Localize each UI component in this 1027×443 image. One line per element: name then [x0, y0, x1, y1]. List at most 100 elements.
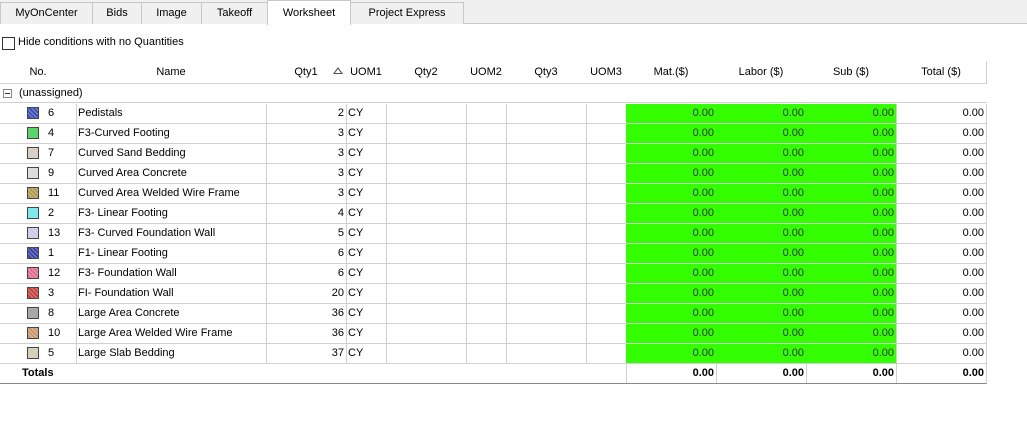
table-row[interactable]: 9 Curved Area Concrete 3 CY 0.00 0.00 0.00 0.00 [0, 164, 987, 184]
cell-labor[interactable]: 0.00 [716, 264, 807, 284]
cell-uom2[interactable] [466, 184, 507, 204]
cell-uom3[interactable] [586, 164, 627, 184]
cell-uom2[interactable] [466, 144, 507, 164]
cell-uom2[interactable] [466, 284, 507, 304]
cell-sub[interactable]: 0.00 [806, 284, 897, 304]
cell-qty1[interactable]: 6 [266, 264, 347, 284]
cell-qty2[interactable] [386, 124, 467, 144]
cell-name[interactable]: Large Slab Bedding [76, 344, 267, 364]
cell-sub[interactable]: 0.00 [806, 204, 897, 224]
cell-sub[interactable]: 0.00 [806, 124, 897, 144]
cell-no[interactable]: 10 [0, 324, 77, 344]
table-row[interactable]: 7 Curved Sand Bedding 3 CY 0.00 0.00 0.00 0.00 [0, 144, 987, 164]
cell-uom3[interactable] [586, 184, 627, 204]
cell-mat[interactable]: 0.00 [626, 304, 717, 324]
cell-total[interactable]: 0.00 [896, 284, 987, 304]
cell-qty1[interactable]: 2 [266, 104, 347, 124]
col-header-name[interactable]: Name [76, 61, 267, 84]
table-row[interactable]: 3 FI- Foundation Wall 20 CY 0.00 0.00 0.00 0.00 [0, 284, 987, 304]
col-header-sub[interactable]: Sub ($) [806, 61, 897, 84]
cell-uom1[interactable]: CY [346, 344, 387, 364]
cell-qty1[interactable]: 4 [266, 204, 347, 224]
cell-total[interactable]: 0.00 [896, 344, 987, 364]
cell-sub[interactable]: 0.00 [806, 324, 897, 344]
cell-uom3[interactable] [586, 344, 627, 364]
col-header-total[interactable]: Total ($) [896, 61, 987, 84]
cell-labor[interactable]: 0.00 [716, 204, 807, 224]
cell-uom2[interactable] [466, 224, 507, 244]
cell-mat[interactable]: 0.00 [626, 124, 717, 144]
cell-mat[interactable]: 0.00 [626, 204, 717, 224]
cell-uom1[interactable]: CY [346, 264, 387, 284]
cell-qty3[interactable] [506, 184, 587, 204]
cell-qty1[interactable]: 3 [266, 164, 347, 184]
cell-uom3[interactable] [586, 264, 627, 284]
cell-total[interactable]: 0.00 [896, 224, 987, 244]
cell-name[interactable]: Curved Sand Bedding [76, 144, 267, 164]
cell-uom1[interactable]: CY [346, 124, 387, 144]
cell-total[interactable]: 0.00 [896, 124, 987, 144]
cell-uom2[interactable] [466, 264, 507, 284]
cell-uom1[interactable]: CY [346, 104, 387, 124]
cell-qty2[interactable] [386, 244, 467, 264]
cell-uom1[interactable]: CY [346, 164, 387, 184]
cell-uom3[interactable] [586, 284, 627, 304]
cell-mat[interactable]: 0.00 [626, 324, 717, 344]
cell-no[interactable]: 13 [0, 224, 77, 244]
table-row[interactable]: 10 Large Area Welded Wire Frame 36 CY 0.00 0.… [0, 324, 987, 344]
col-header-qty2[interactable]: Qty2 [386, 61, 467, 84]
cell-uom1[interactable]: CY [346, 144, 387, 164]
table-row[interactable]: 13 F3- Curved Foundation Wall 5 CY 0.00 0.00 0… [0, 224, 987, 244]
cell-total[interactable]: 0.00 [896, 104, 987, 124]
cell-name[interactable]: Large Area Welded Wire Frame [76, 324, 267, 344]
cell-qty2[interactable] [386, 224, 467, 244]
cell-labor[interactable]: 0.00 [716, 184, 807, 204]
cell-no[interactable]: 11 [0, 184, 77, 204]
cell-total[interactable]: 0.00 [896, 324, 987, 344]
tab-worksheet[interactable]: Worksheet [267, 0, 351, 25]
cell-sub[interactable]: 0.00 [806, 104, 897, 124]
cell-qty2[interactable] [386, 104, 467, 124]
cell-uom2[interactable] [466, 304, 507, 324]
cell-mat[interactable]: 0.00 [626, 284, 717, 304]
cell-no[interactable]: 5 [0, 344, 77, 364]
cell-mat[interactable]: 0.00 [626, 224, 717, 244]
col-header-qty1[interactable]: Qty1 [266, 61, 347, 84]
table-row[interactable]: 1 F1- Linear Footing 6 CY 0.00 0.00 0.00 0.00 [0, 244, 987, 264]
cell-no[interactable]: 12 [0, 264, 77, 284]
cell-uom1[interactable]: CY [346, 204, 387, 224]
cell-qty1[interactable]: 36 [266, 304, 347, 324]
col-header-no[interactable]: No. [0, 61, 77, 84]
cell-name[interactable]: F3-Curved Footing [76, 124, 267, 144]
tab-bids[interactable]: Bids [92, 2, 142, 24]
cell-qty3[interactable] [506, 264, 587, 284]
cell-uom1[interactable]: CY [346, 184, 387, 204]
cell-no[interactable]: 3 [0, 284, 77, 304]
col-header-labor[interactable]: Labor ($) [716, 61, 807, 84]
cell-labor[interactable]: 0.00 [716, 244, 807, 264]
table-row[interactable]: 8 Large Area Concrete 36 CY 0.00 0.00 0.00 0.00 [0, 304, 987, 324]
table-row[interactable]: 12 F3- Foundation Wall 6 CY 0.00 0.00 0.00 0.00 [0, 264, 987, 284]
col-header-uom3[interactable]: UOM3 [586, 61, 627, 84]
col-header-qty3[interactable]: Qty3 [506, 61, 587, 84]
cell-sub[interactable]: 0.00 [806, 164, 897, 184]
cell-qty1[interactable]: 36 [266, 324, 347, 344]
cell-qty2[interactable] [386, 184, 467, 204]
cell-qty2[interactable] [386, 164, 467, 184]
cell-name[interactable]: F1- Linear Footing [76, 244, 267, 264]
cell-sub[interactable]: 0.00 [806, 244, 897, 264]
cell-qty1[interactable]: 5 [266, 224, 347, 244]
cell-name[interactable]: FI- Foundation Wall [76, 284, 267, 304]
cell-sub[interactable]: 0.00 [806, 264, 897, 284]
cell-mat[interactable]: 0.00 [626, 344, 717, 364]
cell-labor[interactable]: 0.00 [716, 324, 807, 344]
cell-labor[interactable]: 0.00 [716, 144, 807, 164]
cell-qty3[interactable] [506, 164, 587, 184]
cell-uom1[interactable]: CY [346, 284, 387, 304]
cell-qty3[interactable] [506, 124, 587, 144]
cell-mat[interactable]: 0.00 [626, 244, 717, 264]
tab-image[interactable]: Image [141, 2, 202, 24]
cell-qty3[interactable] [506, 224, 587, 244]
cell-no[interactable]: 8 [0, 304, 77, 324]
table-row[interactable]: 5 Large Slab Bedding 37 CY 0.00 0.00 0.00 0.00 [0, 344, 987, 364]
